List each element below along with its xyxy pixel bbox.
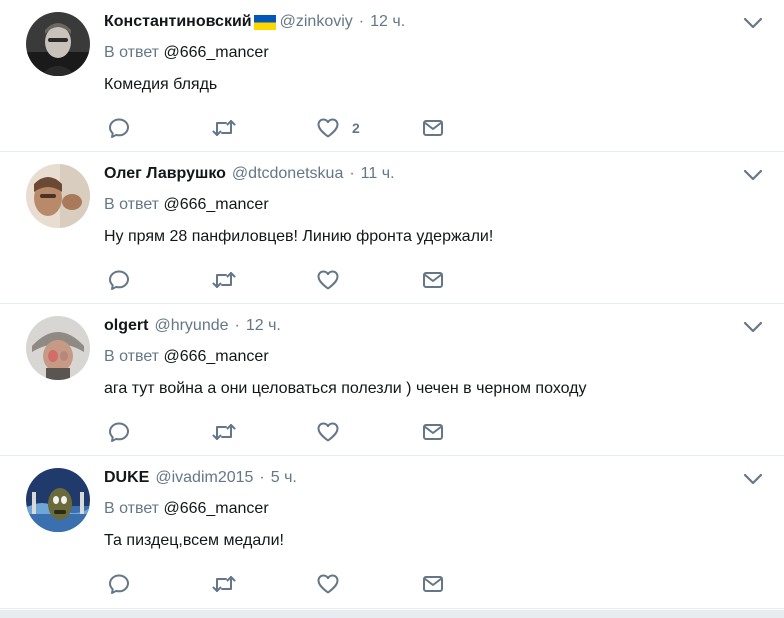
heart-icon bbox=[316, 268, 340, 292]
separator-dot: · bbox=[358, 13, 365, 30]
chevron-down-icon[interactable] bbox=[742, 320, 764, 334]
reply-button[interactable] bbox=[107, 267, 131, 293]
reply-context: В ответ @666_mancer bbox=[104, 43, 269, 63]
timeline-footer-divider bbox=[0, 610, 784, 618]
timestamp[interactable]: 11 ч. bbox=[361, 164, 395, 184]
timestamp[interactable]: 12 ч. bbox=[370, 12, 405, 32]
reply-icon bbox=[107, 268, 131, 292]
reply-button[interactable] bbox=[107, 571, 131, 597]
reply-handle-link[interactable]: @666_mancer bbox=[163, 500, 268, 517]
timestamp[interactable]: 5 ч. bbox=[271, 468, 297, 488]
reply-list: Константиновский @zinkoviy · 12 ч. В отв… bbox=[0, 0, 784, 609]
reply-prefix: В ответ bbox=[104, 500, 160, 517]
reply-handle-link[interactable]: @666_mancer bbox=[163, 196, 268, 213]
direct-message-button[interactable] bbox=[421, 267, 445, 293]
screenname[interactable]: @zinkoviy bbox=[280, 12, 353, 32]
reply-icon bbox=[107, 116, 131, 140]
chevron-down-icon[interactable] bbox=[742, 472, 764, 486]
envelope-icon bbox=[421, 116, 445, 140]
tweet-header: Константиновский @zinkoviy · 12 ч. bbox=[104, 12, 405, 32]
like-count: 2 bbox=[352, 120, 360, 136]
tweet-text: ага тут война а они целоваться полезли )… bbox=[104, 380, 587, 397]
screenname[interactable]: @hryunde bbox=[154, 316, 228, 336]
envelope-icon bbox=[421, 572, 445, 596]
fullname[interactable]: Олег Лаврушко bbox=[104, 164, 226, 184]
reply-button[interactable] bbox=[107, 115, 131, 141]
heart-icon bbox=[316, 420, 340, 444]
reply-icon bbox=[107, 572, 131, 596]
avatar[interactable] bbox=[26, 316, 90, 380]
tweet-header: olgert @hryunde · 12 ч. bbox=[104, 316, 281, 336]
tweet-text: Та пиздец,всем медали! bbox=[104, 532, 284, 549]
tweet[interactable]: Олег Лаврушко @dtcdonetskua · 11 ч. В от… bbox=[0, 152, 784, 304]
ukraine-flag-icon bbox=[253, 14, 276, 30]
like-button[interactable]: 2 bbox=[316, 115, 360, 141]
avatar[interactable] bbox=[26, 12, 90, 76]
envelope-icon bbox=[421, 420, 445, 444]
retweet-icon bbox=[211, 420, 237, 444]
fullname[interactable]: olgert bbox=[104, 316, 148, 336]
timestamp[interactable]: 12 ч. bbox=[246, 316, 281, 336]
retweet-icon bbox=[211, 116, 237, 140]
like-button[interactable] bbox=[316, 419, 340, 445]
retweet-button[interactable] bbox=[211, 115, 237, 141]
envelope-icon bbox=[421, 268, 445, 292]
reply-prefix: В ответ bbox=[104, 44, 160, 61]
separator-dot: · bbox=[259, 469, 265, 486]
avatar[interactable] bbox=[26, 164, 90, 228]
avatar[interactable] bbox=[26, 468, 90, 532]
tweet[interactable]: DUKE @ivadim2015 · 5 ч. В ответ @666_man… bbox=[0, 456, 784, 609]
tweet[interactable]: olgert @hryunde · 12 ч. В ответ @666_man… bbox=[0, 304, 784, 456]
tweet-actions bbox=[104, 419, 464, 445]
tweet-actions bbox=[104, 267, 464, 293]
tweet-actions bbox=[104, 571, 464, 597]
tweet-text: Ну прям 28 панфиловцев! Линию фронта уде… bbox=[104, 228, 494, 245]
chevron-down-icon[interactable] bbox=[742, 168, 764, 182]
retweet-button[interactable] bbox=[211, 419, 237, 445]
tweet-text: Комедия блядь bbox=[104, 76, 218, 93]
fullname[interactable]: DUKE bbox=[104, 468, 149, 488]
tweet[interactable]: Константиновский @zinkoviy · 12 ч. В отв… bbox=[0, 0, 784, 152]
direct-message-button[interactable] bbox=[421, 571, 445, 597]
separator-dot: · bbox=[234, 317, 240, 334]
tweet-header: DUKE @ivadim2015 · 5 ч. bbox=[104, 468, 297, 488]
direct-message-button[interactable] bbox=[421, 419, 445, 445]
retweet-button[interactable] bbox=[211, 571, 237, 597]
retweet-button[interactable] bbox=[211, 267, 237, 293]
tweet-header: Олег Лаврушко @dtcdonetskua · 11 ч. bbox=[104, 164, 395, 184]
separator-dot: · bbox=[349, 165, 355, 182]
heart-icon bbox=[316, 572, 340, 596]
screenname[interactable]: @dtcdonetskua bbox=[232, 164, 343, 184]
retweet-icon bbox=[211, 572, 237, 596]
reply-prefix: В ответ bbox=[104, 196, 160, 213]
reply-button[interactable] bbox=[107, 419, 131, 445]
reply-icon bbox=[107, 420, 131, 444]
reply-context: В ответ @666_mancer bbox=[104, 195, 269, 215]
reply-context: В ответ @666_mancer bbox=[104, 499, 269, 519]
tweet-actions: 2 bbox=[104, 115, 464, 141]
screenname[interactable]: @ivadim2015 bbox=[155, 468, 253, 488]
like-button[interactable] bbox=[316, 571, 340, 597]
direct-message-button[interactable] bbox=[421, 115, 445, 141]
reply-handle-link[interactable]: @666_mancer bbox=[163, 44, 268, 61]
reply-handle-link[interactable]: @666_mancer bbox=[163, 348, 268, 365]
chevron-down-icon[interactable] bbox=[742, 16, 764, 30]
reply-prefix: В ответ bbox=[104, 348, 160, 365]
fullname[interactable]: Константиновский bbox=[104, 12, 252, 32]
reply-context: В ответ @666_mancer bbox=[104, 347, 269, 367]
retweet-icon bbox=[211, 268, 237, 292]
heart-icon bbox=[316, 116, 340, 140]
like-button[interactable] bbox=[316, 267, 340, 293]
